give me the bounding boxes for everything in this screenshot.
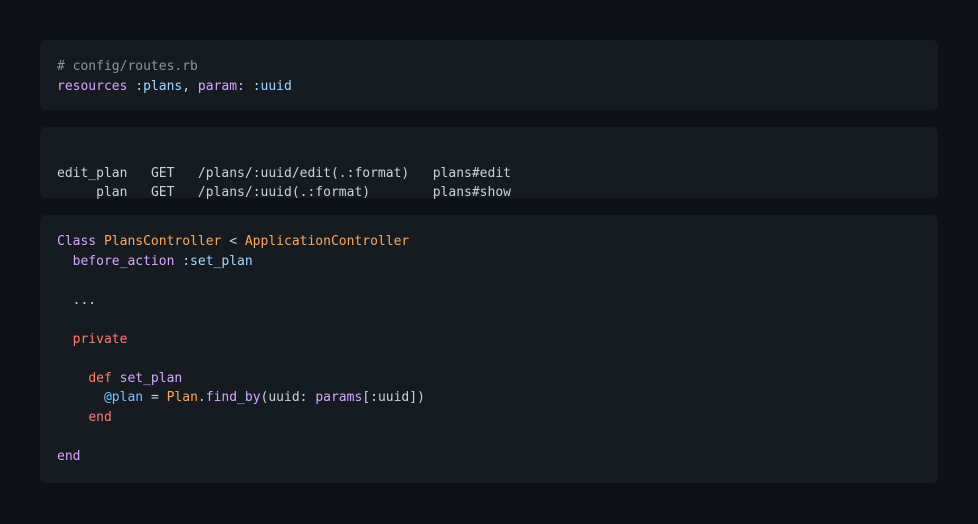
route-row: plan GET /plans/:uuid(.:format) plans#sh… — [57, 183, 511, 203]
model-name: Plan — [166, 390, 198, 405]
class-name: PlansController — [103, 234, 222, 249]
finder-method: find_by — [205, 390, 261, 405]
assign-operator: = — [150, 390, 159, 405]
routes-comment: # config/routes.rb — [57, 59, 198, 74]
route-action: plans#show — [432, 185, 511, 200]
route-name: edit_plan — [57, 165, 128, 181]
code-line: Class PlansController < ApplicationContr… — [57, 232, 425, 252]
code-page: # config/routes.rb resources :plans, par… — [0, 0, 978, 524]
before-action: before_action — [72, 253, 175, 269]
routes-code: # config/routes.rb resources :plans, par… — [57, 57, 292, 96]
end-inner-keyword: end — [88, 409, 112, 425]
close-paren: ) — [417, 390, 425, 405]
route-action: plans#edit — [432, 165, 511, 181]
parent-class: ApplicationController — [244, 234, 410, 249]
controller-code: Class PlansController < ApplicationContr… — [57, 232, 425, 466]
routes-code-block: # config/routes.rb resources :plans, par… — [40, 40, 938, 110]
code-line: end — [57, 447, 425, 467]
route-verb: GET — [150, 185, 175, 200]
end-outer-keyword: end — [57, 448, 81, 464]
def-keyword: def — [88, 370, 112, 386]
method-name: set_plan — [119, 370, 183, 386]
code-line: before_action :set_plan — [57, 252, 425, 272]
uuid-key: uuid: — [268, 390, 308, 405]
instance-variable: @plan — [103, 390, 144, 405]
route-name: plan — [96, 185, 128, 200]
resources-method: resources — [57, 78, 128, 94]
before-action-symbol: :set_plan — [182, 253, 253, 269]
inherit-operator: < — [229, 234, 238, 249]
code-line: private — [57, 330, 425, 350]
route-path: /plans/:uuid(.:format) — [197, 185, 371, 200]
plans-symbol: :plans — [135, 78, 183, 94]
code-line: @plan = Plan.find_by(uuid: params[:uuid]… — [103, 390, 425, 405]
code-line: ... — [57, 291, 425, 311]
route-path: /plans/:uuid/edit(.:format) — [197, 165, 410, 181]
ellipsis: ... — [72, 292, 97, 308]
route-verb: GET — [150, 165, 175, 181]
params-index: [:uuid] — [362, 390, 418, 405]
controller-code-block: Class PlansController < ApplicationContr… — [40, 215, 938, 483]
param-key: param: — [197, 78, 245, 94]
route-row: edit_plan GET /plans/:uuid/edit(.:format… — [57, 164, 511, 184]
code-line: # config/routes.rb — [57, 57, 292, 77]
code-line: end — [57, 408, 425, 428]
code-line: def set_plan — [57, 369, 425, 389]
routes-output-block: edit_plan GET /plans/:uuid/edit(.:format… — [40, 127, 938, 200]
routes-output: edit_plan GET /plans/:uuid/edit(.:format… — [57, 144, 511, 203]
comma: , — [182, 78, 191, 94]
code-line: resources :plans, param: :uuid — [57, 77, 292, 97]
param-value: :uuid — [252, 78, 292, 94]
private-keyword: private — [72, 331, 128, 347]
params-call: params — [315, 390, 363, 405]
class-keyword: Class — [57, 234, 97, 249]
